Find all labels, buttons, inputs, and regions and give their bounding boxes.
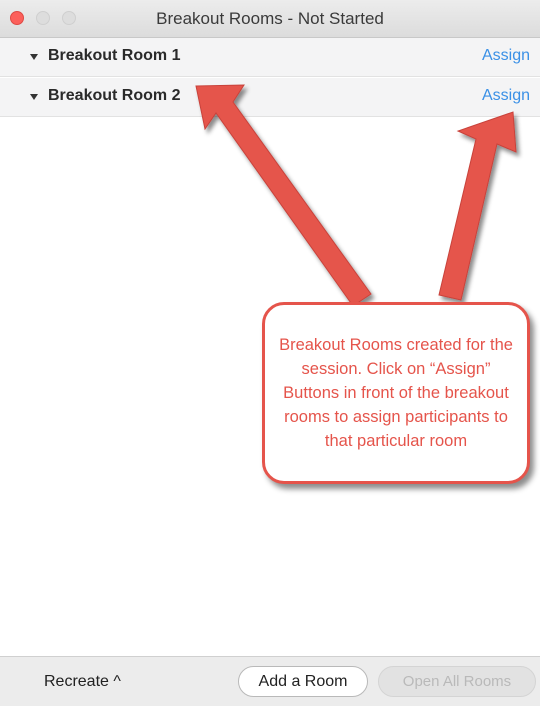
annotation-callout: Breakout Rooms created for the session. … — [262, 302, 530, 484]
add-room-button[interactable]: Add a Room — [238, 666, 368, 697]
open-all-rooms-button: Open All Rooms — [378, 666, 536, 697]
annotation-text: Breakout Rooms created for the session. … — [279, 336, 513, 450]
assign-button-room-2[interactable]: Assign — [482, 87, 530, 105]
bottom-toolbar: Recreate ^ Add a Room Open All Rooms — [0, 656, 540, 706]
room-name: Breakout Room 1 — [48, 47, 181, 64]
expand-caret-icon[interactable] — [30, 54, 38, 60]
title-bar: Breakout Rooms - Not Started — [0, 0, 540, 38]
recreate-button[interactable]: Recreate ^ — [44, 673, 121, 691]
expand-caret-icon[interactable] — [30, 94, 38, 100]
arrow-to-room-1-icon — [195, 84, 372, 307]
breakout-room-row-1[interactable]: Breakout Room 1 Assign — [0, 38, 540, 77]
window-title: Breakout Rooms - Not Started — [156, 9, 384, 28]
assign-button-room-1[interactable]: Assign — [482, 47, 530, 65]
arrow-to-assign-icon — [438, 111, 517, 301]
breakout-room-row-2[interactable]: Breakout Room 2 Assign — [0, 78, 540, 117]
room-name: Breakout Room 2 — [48, 87, 181, 104]
